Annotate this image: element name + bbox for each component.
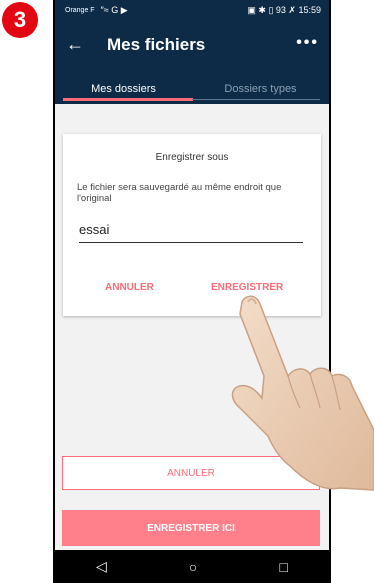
- filename-input[interactable]: essai: [79, 222, 303, 243]
- app-bar: ← Mes fichiers •••: [55, 20, 329, 82]
- tab-dossiers-types[interactable]: Dossiers types: [192, 82, 329, 104]
- active-tab-indicator: [63, 98, 193, 101]
- dialog-title: Enregistrer sous: [155, 152, 229, 163]
- step-badge: 3: [2, 2, 38, 38]
- status-right-icons: ▣ ✱ ▯ 93 ✗ 15:59: [247, 4, 321, 15]
- signal-icon: ″≈ G ▶: [100, 4, 128, 15]
- nav-back-icon[interactable]: ◁: [96, 558, 107, 575]
- tab-bar: Mes dossiers Dossiers types: [55, 82, 329, 104]
- dialog-message: Le fichier sera sauvegardé au même endro…: [77, 182, 282, 204]
- operator-label: Orange F: [65, 6, 95, 14]
- dialog-cancel-button[interactable]: ANNULER: [105, 282, 154, 293]
- status-bar: Orange F ″≈ G ▶ ▣ ✱ ▯ 93 ✗ 15:59: [55, 0, 329, 20]
- back-arrow-icon[interactable]: ←: [66, 35, 84, 53]
- pointing-hand-icon: [231, 295, 374, 491]
- page-title: Mes fichiers: [107, 35, 206, 54]
- more-options-icon[interactable]: •••: [296, 34, 319, 52]
- inactive-tab-indicator: [192, 99, 320, 100]
